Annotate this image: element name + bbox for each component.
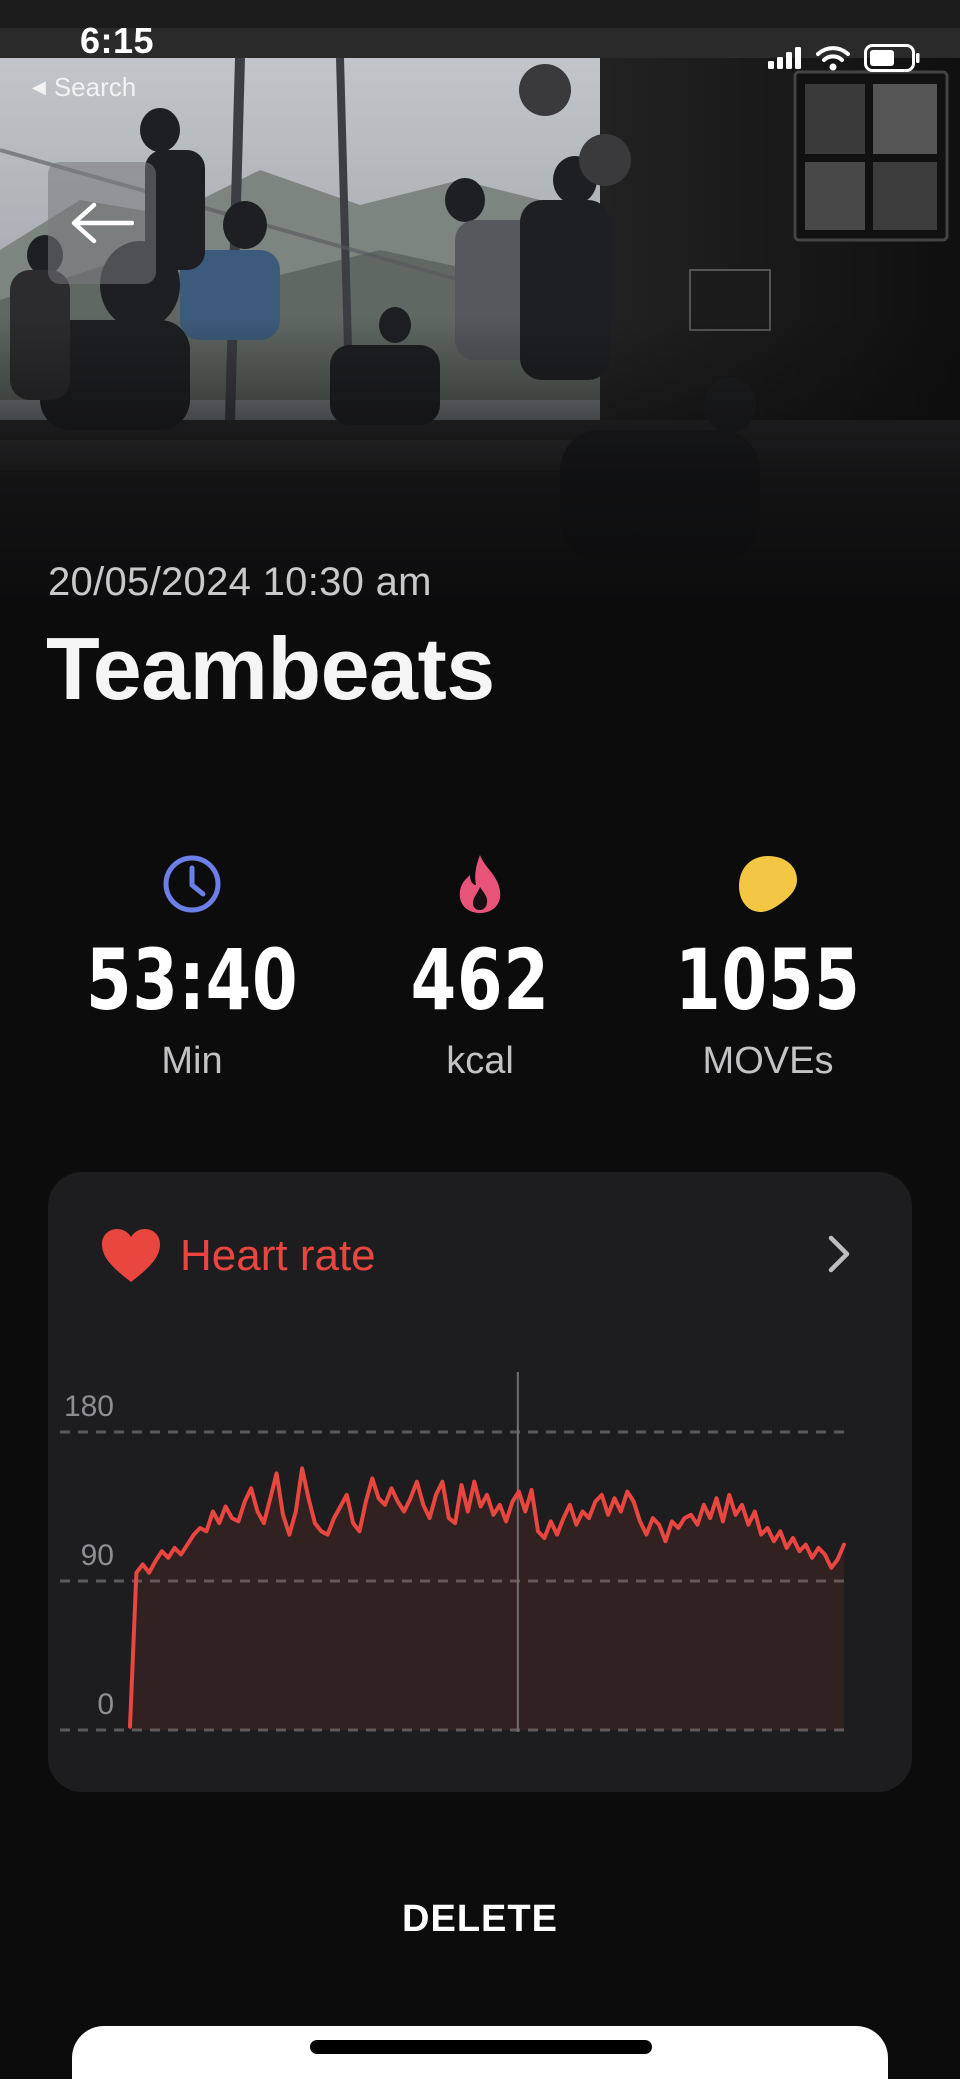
clock-icon: [160, 852, 224, 916]
chevron-right-icon[interactable]: [826, 1234, 852, 1279]
status-icons: [768, 44, 920, 72]
heart-rate-area: [130, 1468, 844, 1730]
duration-unit: Min: [161, 1040, 223, 1082]
heart-rate-title: Heart rate: [180, 1231, 376, 1280]
calories-value: 462: [410, 931, 550, 1029]
moves-value: 1055: [675, 931, 861, 1029]
moves-icon: [736, 852, 800, 916]
y-tick-label: 0: [97, 1688, 114, 1721]
stat-calories: 462 kcal: [336, 852, 624, 1112]
home-indicator: [310, 2040, 652, 2054]
workout-date: 20/05/2024 10:30 am: [48, 560, 432, 604]
y-tick-label: 180: [64, 1390, 114, 1423]
heart-rate-card[interactable]: Heart rate 180 90 0: [48, 1172, 912, 1792]
back-triangle-icon: ◀: [32, 77, 46, 97]
duration-value: 53:40: [85, 931, 299, 1029]
workout-stats: 53:40 Min 462 kcal 1055 MOVEs: [48, 852, 912, 1112]
signal-icon: [768, 47, 801, 69]
battery-icon: [864, 44, 920, 72]
wifi-icon: [816, 46, 850, 71]
delete-button[interactable]: DELETE: [0, 1898, 960, 1941]
back-to-app-label: Search: [53, 72, 137, 102]
arrow-left-icon: [71, 202, 134, 244]
calories-unit: kcal: [446, 1040, 514, 1082]
workout-title: Teambeats: [46, 619, 495, 718]
stat-moves: 1055 MOVEs: [624, 852, 912, 1112]
heart-rate-chart: 180 90 0: [60, 1372, 846, 1732]
back-to-app-link[interactable]: ◀ Search: [32, 72, 136, 103]
stat-duration: 53:40 Min: [48, 852, 336, 1112]
heart-rate-header: Heart rate: [100, 1224, 376, 1288]
heart-icon: [102, 1229, 160, 1282]
y-tick-label: 90: [81, 1539, 114, 1572]
chart-y-ticks: 180 90 0: [64, 1390, 114, 1721]
status-time: 6:15: [80, 20, 155, 61]
moves-unit: MOVEs: [702, 1040, 834, 1082]
back-button[interactable]: [48, 162, 156, 284]
flame-icon: [448, 852, 512, 916]
